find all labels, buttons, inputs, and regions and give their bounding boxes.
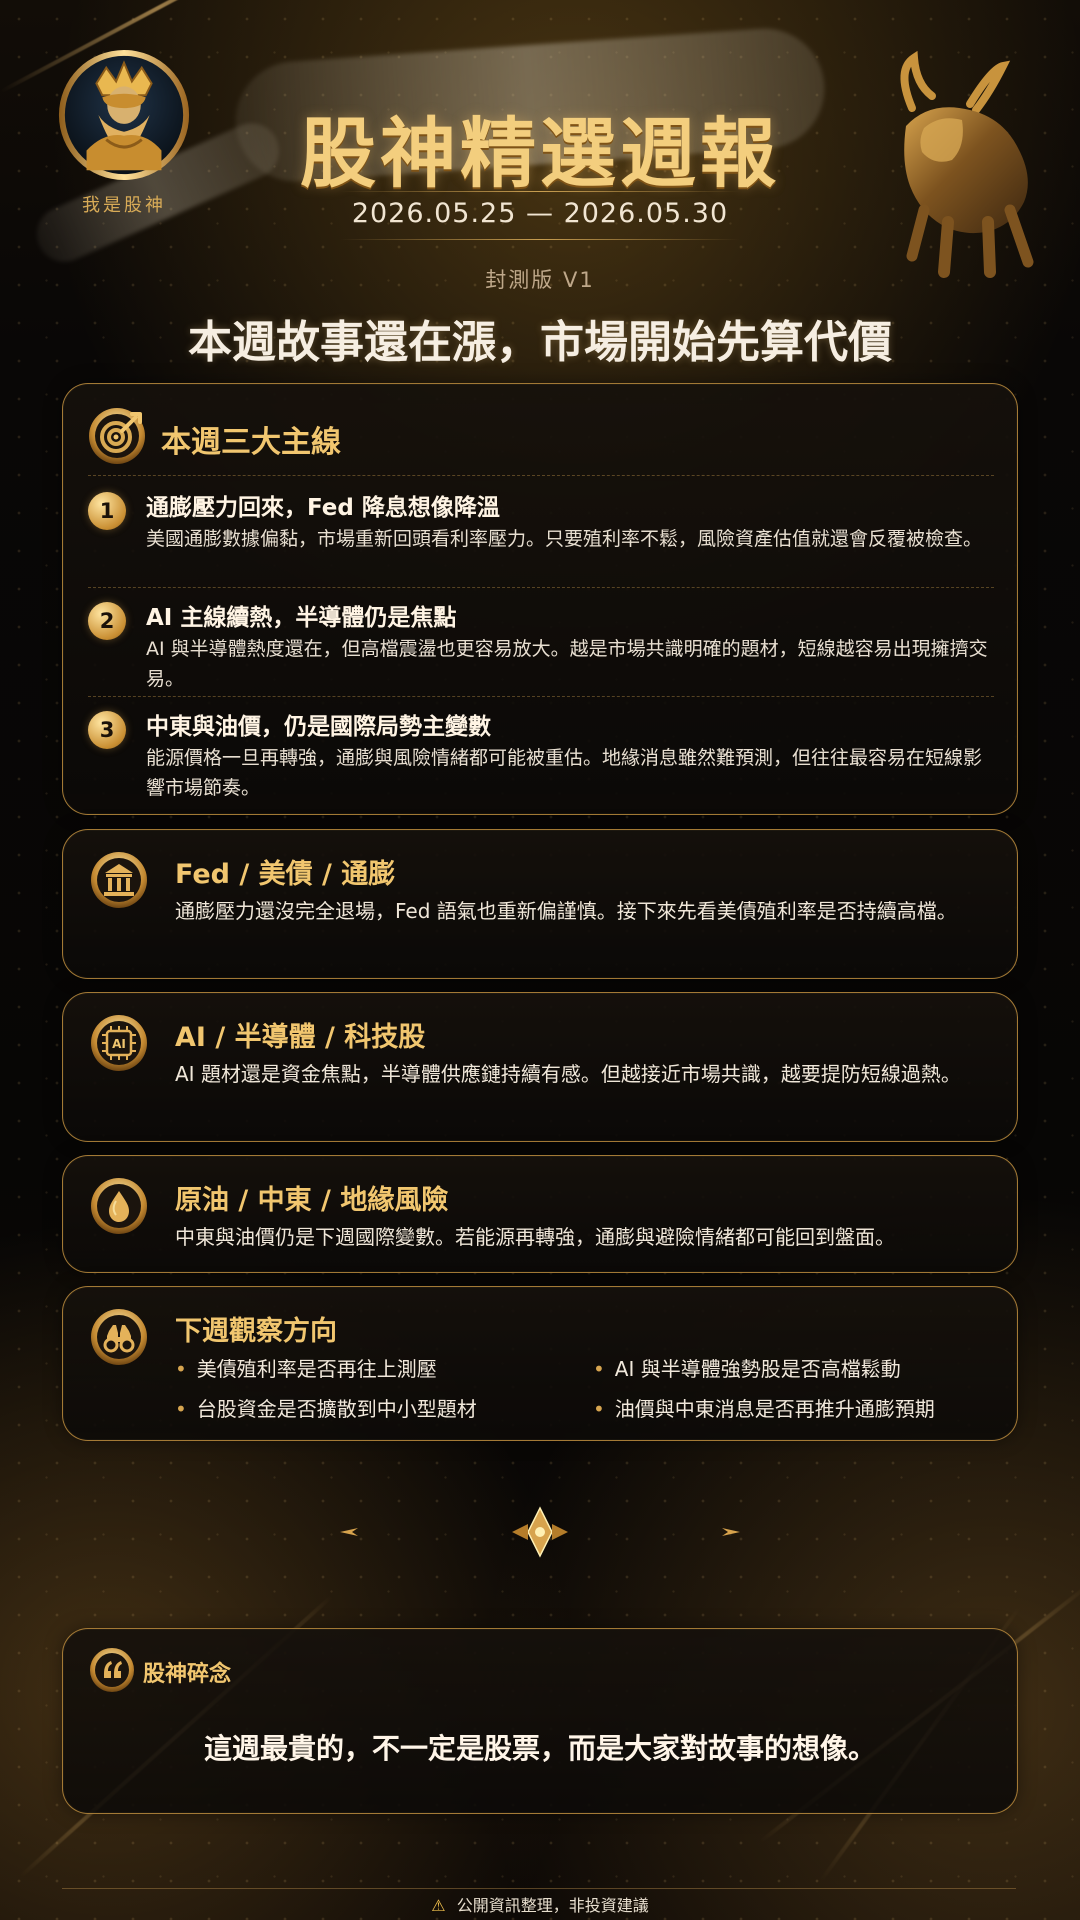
note-quote: 這週最貴的，不一定是股票，而是大家對故事的想像。	[203, 1732, 876, 1765]
number-badge: 3	[88, 711, 126, 749]
theme-description: 美國通膨數據偏黏，市場重新回頭看利率壓力。只要殖利率不鬆，風險資產估值就還會反覆…	[146, 528, 983, 550]
theme-divider	[88, 696, 994, 697]
theme-title: 中東與油價，仍是國際局勢主變數	[146, 714, 491, 740]
ai-card: AI AI / 半導體 / 科技股 AI 題材還是資金焦點，半導體供應鏈持續有感…	[62, 992, 1018, 1142]
note-card: 股神碎念 這週最貴的，不一定是股票，而是大家對故事的想像。	[62, 1628, 1018, 1814]
footer: ⚠ 公開資訊整理，非投資建議	[0, 1892, 1080, 1916]
oil-title: 原油 / 中東 / 地緣風險	[175, 1185, 449, 1216]
ai-chip-icon: AI	[91, 1015, 147, 1071]
watch-item: 美債殖利率是否再往上測壓	[175, 1353, 437, 1382]
footer-divider	[62, 1888, 1016, 1889]
fed-body: 通膨壓力還沒完全退場，Fed 語氣也重新偏謹慎。接下來先看美債殖利率是否持續高檔…	[175, 899, 957, 923]
watch-item: 台股資金是否擴散到中小型題材	[175, 1393, 477, 1422]
oil-body: 中東與油價仍是下週國際變數。若能源再轉強，通膨與避險情緒都可能回到盤面。	[175, 1225, 895, 1249]
ai-chip-text: AI	[112, 1037, 126, 1051]
target-icon	[89, 408, 145, 464]
king-logo-icon	[58, 49, 190, 181]
date-range: 2026.05.25 — 2026.05.30	[351, 198, 729, 229]
main-themes-title: 本週三大主線	[161, 425, 341, 460]
page-title: 股神精選週報	[300, 109, 780, 198]
logo-caption: 我是股神	[82, 195, 166, 216]
theme-description: 能源價格一旦再轉強，通膨與風險情緒都可能被重估。地緣消息雖然難預測，但往往最容易…	[146, 747, 983, 799]
watch-title: 下週觀察方向	[175, 1316, 337, 1347]
ai-body: AI 題材還是資金焦點，半導體供應鏈持續有感。但越接近市場共識，越要提防短線過熱…	[175, 1062, 961, 1086]
note-title: 股神碎念	[143, 1662, 232, 1687]
ai-title: AI / 半導體 / 科技股	[175, 1022, 426, 1053]
weekly-headline: 本週故事還在漲，市場開始先算代價	[188, 317, 892, 368]
bull-icon	[900, 50, 1034, 278]
warning-icon: ⚠	[431, 1896, 446, 1915]
fed-card: Fed / 美債 / 通膨 通膨壓力還沒完全退場，Fed 語氣也重新偏謹慎。接下…	[62, 829, 1018, 979]
title-divider	[340, 239, 740, 240]
binoculars-icon	[91, 1309, 147, 1365]
watch-item: 油價與中東消息是否再推升通膨預期	[593, 1393, 935, 1422]
bank-icon	[91, 852, 147, 908]
theme-title: 通膨壓力回來，Fed 降息想像降溫	[146, 495, 500, 521]
watch-card: 下週觀察方向 美債殖利率是否再往上測壓 AI 與半導體強勢股是否高檔鬆動 台股資…	[62, 1286, 1018, 1441]
oil-drop-icon	[91, 1178, 147, 1234]
oil-card: 原油 / 中東 / 地緣風險 中東與油價仍是下週國際變數。若能源再轉強，通膨與避…	[62, 1155, 1018, 1273]
footer-text: 公開資訊整理，非投資建議	[456, 1896, 649, 1915]
title-divider	[340, 191, 740, 192]
theme-description: AI 與半導體熱度還在，但高檔震盪也更容易放大。越是市場共識明確的題材，短線越容…	[146, 638, 988, 690]
theme-divider	[88, 475, 994, 476]
watch-item: AI 與半導體強勢股是否高檔鬆動	[593, 1353, 901, 1382]
number-badge: 1	[88, 492, 126, 530]
quote-icon	[90, 1648, 134, 1692]
version-label: 封測版 V1	[485, 268, 595, 292]
theme-divider	[88, 587, 994, 588]
number-badge: 2	[88, 602, 126, 640]
fed-title: Fed / 美債 / 通膨	[175, 859, 396, 890]
main-themes-card: 本週三大主線 1 通膨壓力回來，Fed 降息想像降溫 美國通膨數據偏黏，市場重新…	[62, 383, 1018, 815]
ornamental-divider	[338, 1506, 742, 1558]
theme-title: AI 主線續熱，半導體仍是焦點	[146, 605, 457, 631]
